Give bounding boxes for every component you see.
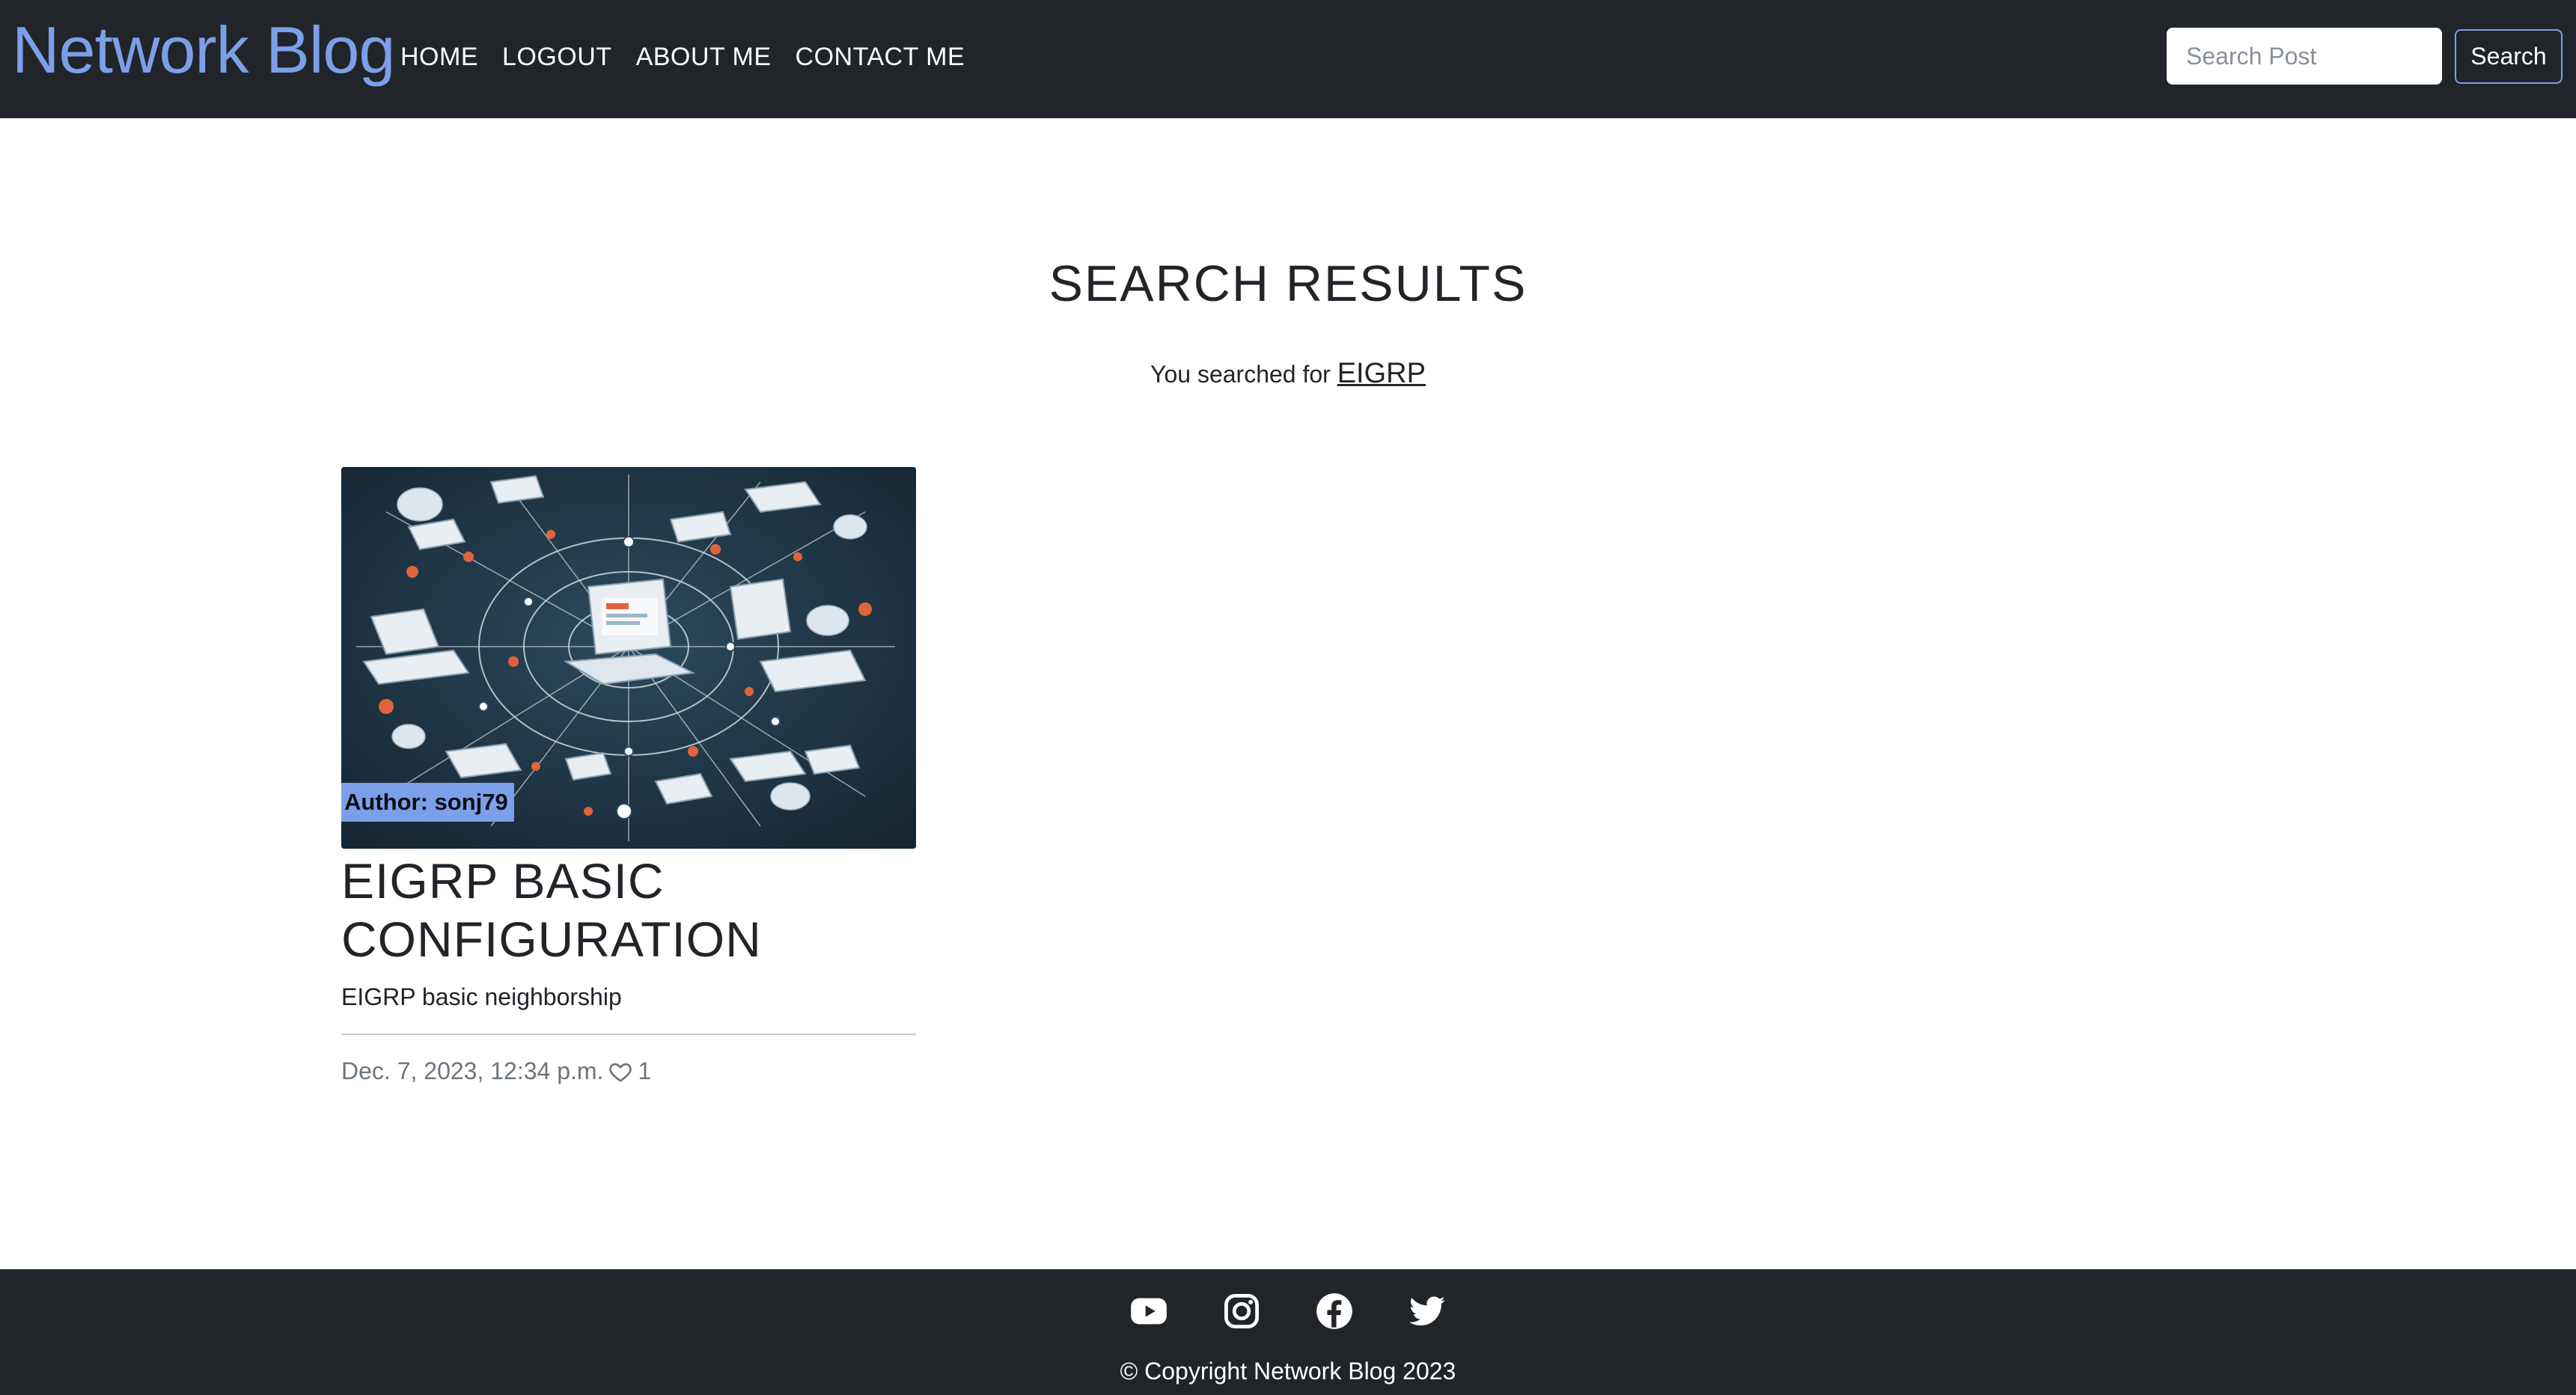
nav-home-link[interactable]: HOME (400, 39, 478, 75)
page-title: SEARCH RESULTS (1049, 255, 1527, 312)
navbar: Network Blog HOME LOGOUT ABOUT ME CONTAC… (0, 0, 2576, 118)
post-date: Dec. 7, 2023, 12:34 p.m. (341, 1057, 604, 1084)
brand-logo-link[interactable]: Network Blog (12, 10, 395, 90)
youtube-icon[interactable] (1129, 1292, 1168, 1331)
nav-about-link[interactable]: ABOUT ME (636, 39, 772, 75)
search-term: EIGRP (1337, 358, 1426, 389)
instagram-icon[interactable] (1222, 1292, 1261, 1331)
search-input[interactable] (2167, 28, 2442, 85)
post-excerpt: EIGRP basic neighborship (341, 983, 622, 1010)
post-meta: Dec. 7, 2023, 12:34 p.m. 1 (341, 1057, 916, 1085)
search-summary: You searched for EIGRP (0, 358, 2576, 390)
author-badge: Author: sonj79 (341, 783, 514, 822)
facebook-icon[interactable] (1315, 1292, 1354, 1331)
nav-contact-link[interactable]: CONTACT ME (796, 39, 965, 75)
social-icons (0, 1292, 2576, 1331)
search-button[interactable]: Search (2455, 29, 2563, 84)
search-summary-prefix: You searched for (1150, 361, 1331, 388)
heart-icon[interactable] (608, 1060, 633, 1084)
like-count: 1 (638, 1057, 652, 1084)
twitter-icon[interactable] (1408, 1292, 1447, 1331)
footer: © Copyright Network Blog 2023 (0, 1269, 2576, 1395)
post-image[interactable]: Author: sonj79 (341, 467, 916, 849)
nav-links: HOME LOGOUT ABOUT ME CONTACT ME (400, 39, 965, 75)
nav-logout-link[interactable]: LOGOUT (502, 39, 612, 75)
post-card: Author: sonj79 EIGRP BASIC CONFIGURATION… (341, 467, 916, 1085)
copyright-text: © Copyright Network Blog 2023 (1120, 1358, 1456, 1385)
card-divider (341, 1034, 916, 1035)
post-title[interactable]: EIGRP BASIC CONFIGURATION (341, 852, 916, 968)
